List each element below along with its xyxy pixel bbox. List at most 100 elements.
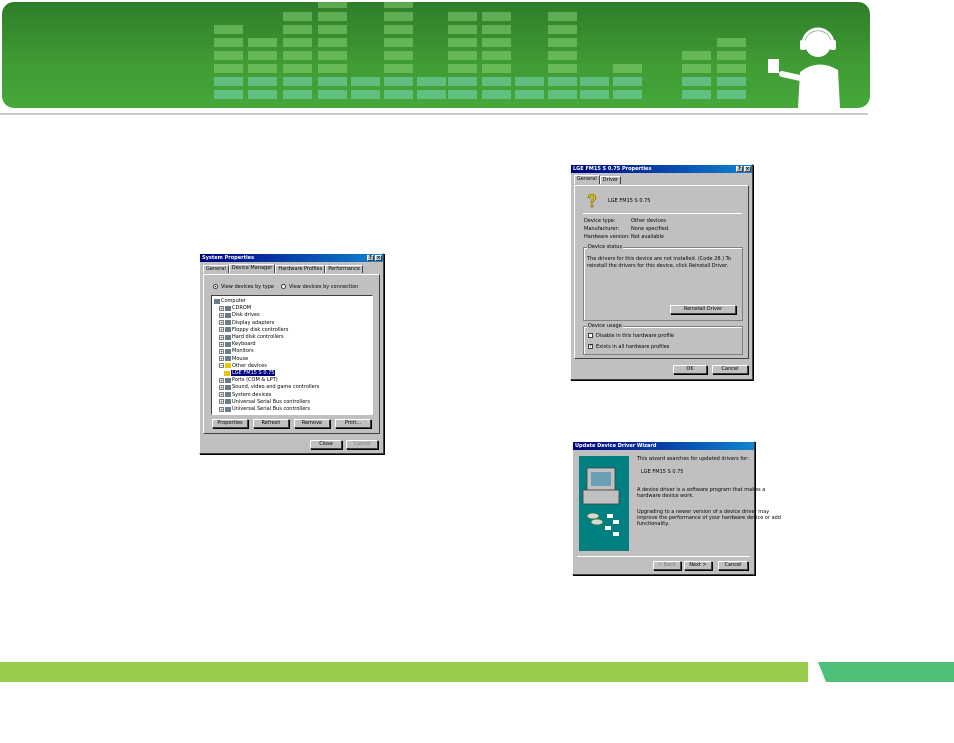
help-button[interactable]: ?: [736, 166, 743, 172]
expand-icon[interactable]: +: [219, 356, 224, 362]
equalizer-bar: [283, 77, 312, 86]
equalizer-bar: [548, 64, 577, 73]
expand-icon[interactable]: +: [219, 406, 224, 412]
dialog-title: System Properties: [202, 255, 255, 261]
equalizer-bar: [214, 51, 243, 60]
wizard-titlebar[interactable]: Update Device Driver Wizard: [573, 442, 754, 450]
expand-icon[interactable]: +: [219, 392, 224, 398]
expand-icon[interactable]: +: [219, 399, 224, 405]
wizard-intro: This wizard searches for updated drivers…: [637, 456, 749, 462]
update-driver-wizard-dialog: Update Device Driver Wizard This wizard …: [572, 441, 781, 575]
keyboard-icon: [225, 341, 231, 347]
remove-button[interactable]: Remove: [294, 419, 330, 428]
disable-profile-label: Disable in this hardware profile: [596, 333, 674, 339]
equalizer-bar: [283, 64, 312, 73]
view-by-type-label: View devices by type: [221, 284, 274, 290]
equalizer-bar: [580, 90, 609, 99]
tree-item[interactable]: + Disk drives: [219, 312, 260, 318]
tree-item-label: Display adapters: [232, 319, 275, 326]
tree-item-label: Universal Serial Bus controllers: [232, 406, 310, 412]
tree-item[interactable]: + Universal Serial Bus controllers: [219, 399, 310, 405]
tab-general[interactable]: General: [203, 265, 229, 273]
expand-icon[interactable]: +: [219, 341, 224, 347]
view-by-type-radio[interactable]: [213, 284, 218, 289]
exists-all-profiles-checkbox[interactable]: ✓: [588, 344, 593, 349]
expand-icon[interactable]: +: [219, 327, 224, 333]
equalizer-bar: [283, 90, 312, 99]
equalizer-bar: [482, 77, 511, 86]
tab-hardware-profiles[interactable]: Hardware Profiles: [275, 265, 326, 273]
help-button[interactable]: ?: [367, 255, 374, 261]
equalizer-bar: [384, 2, 413, 8]
tree-item[interactable]: − Other devices: [219, 363, 267, 369]
tree-item[interactable]: + Sound, video and game controllers: [219, 384, 319, 390]
equalizer-bar: [283, 51, 312, 60]
floppy-icon: [225, 327, 231, 333]
tree-item[interactable]: Computer: [214, 298, 246, 304]
expand-icon[interactable]: −: [219, 363, 224, 369]
next-button[interactable]: Next >: [684, 561, 712, 570]
cancel-button[interactable]: Cancel: [346, 440, 378, 449]
close-button[interactable]: Close: [310, 440, 342, 449]
tab-performance[interactable]: Performance: [325, 265, 363, 273]
system-properties-titlebar[interactable]: System Properties ? ×: [200, 254, 383, 262]
equalizer-bar: [482, 51, 511, 60]
manufacturer-key: Manufacturer:: [584, 226, 620, 232]
equalizer-bar: [318, 38, 347, 47]
equalizer-bar: [318, 77, 347, 86]
tab-general[interactable]: General: [574, 175, 600, 184]
equalizer-bar: [384, 12, 413, 21]
header-banner: [2, 2, 870, 108]
disable-profile-checkbox[interactable]: [588, 333, 593, 338]
equalizer-bar: [214, 64, 243, 73]
expand-icon[interactable]: +: [219, 320, 224, 326]
question-icon: [224, 370, 230, 376]
tree-item[interactable]: + Mouse: [219, 356, 248, 362]
view-by-connection-radio[interactable]: [281, 284, 286, 289]
properties-button[interactable]: Properties: [212, 419, 248, 428]
ok-button[interactable]: OK: [673, 365, 707, 374]
equalizer-bar: [448, 77, 477, 86]
equalizer-bar: [214, 38, 243, 47]
close-icon[interactable]: ×: [375, 255, 382, 261]
tree-item[interactable]: + Hard disk controllers: [219, 334, 284, 340]
tree-item[interactable]: + System devices: [219, 392, 271, 398]
tab-device-manager[interactable]: Device Manager: [228, 264, 276, 273]
back-button[interactable]: < Back: [653, 561, 681, 570]
tree-item[interactable]: + Universal Serial Bus controllers: [219, 406, 310, 412]
reinstall-driver-button[interactable]: Reinstall Driver: [670, 305, 736, 314]
equalizer-bar: [717, 51, 746, 60]
tree-item-label: CDROM: [232, 305, 252, 312]
expand-icon[interactable]: +: [219, 312, 224, 318]
expand-icon[interactable]: +: [219, 384, 224, 390]
equalizer-bar: [548, 25, 577, 34]
expand-icon[interactable]: +: [219, 377, 224, 383]
close-icon[interactable]: ×: [744, 166, 751, 172]
tree-item[interactable]: + Ports (COM & LPT): [219, 377, 278, 383]
tree-item[interactable]: + Floppy disk controllers: [219, 327, 288, 333]
tree-item[interactable]: + CDROM: [219, 305, 251, 311]
wizard-para1-line2: hardware device work.: [637, 493, 694, 499]
expand-icon[interactable]: +: [219, 305, 224, 311]
cancel-button[interactable]: Cancel: [718, 561, 748, 570]
expand-icon[interactable]: +: [219, 334, 224, 340]
equalizer-bar: [515, 90, 544, 99]
tree-item[interactable]: + Display adapters: [219, 320, 274, 326]
tree-item[interactable]: LGE FM15 S 0.75: [224, 370, 276, 376]
harddisk-icon: [225, 334, 231, 340]
equalizer-bar: [384, 25, 413, 34]
tree-item-label: Computer: [221, 298, 246, 304]
refresh-button[interactable]: Refresh: [253, 419, 289, 428]
expand-icon[interactable]: +: [219, 348, 224, 354]
device-tree[interactable]: Computer + CDROM + Disk drives + Display adapt…: [211, 295, 373, 415]
tree-item[interactable]: + Keyboard: [219, 341, 256, 347]
footer-bar: [0, 662, 808, 682]
device-properties-titlebar[interactable]: LGE FM15 S 0.75 Properties ? ×: [571, 165, 752, 173]
equalizer-bar: [318, 12, 347, 21]
print-button[interactable]: Print...: [335, 419, 371, 428]
equalizer-bar: [548, 51, 577, 60]
tree-item-label: Universal Serial Bus controllers: [232, 398, 310, 405]
cancel-button[interactable]: Cancel: [712, 365, 748, 374]
tab-driver[interactable]: Driver: [599, 176, 622, 184]
tree-item[interactable]: + Monitors: [219, 348, 254, 354]
